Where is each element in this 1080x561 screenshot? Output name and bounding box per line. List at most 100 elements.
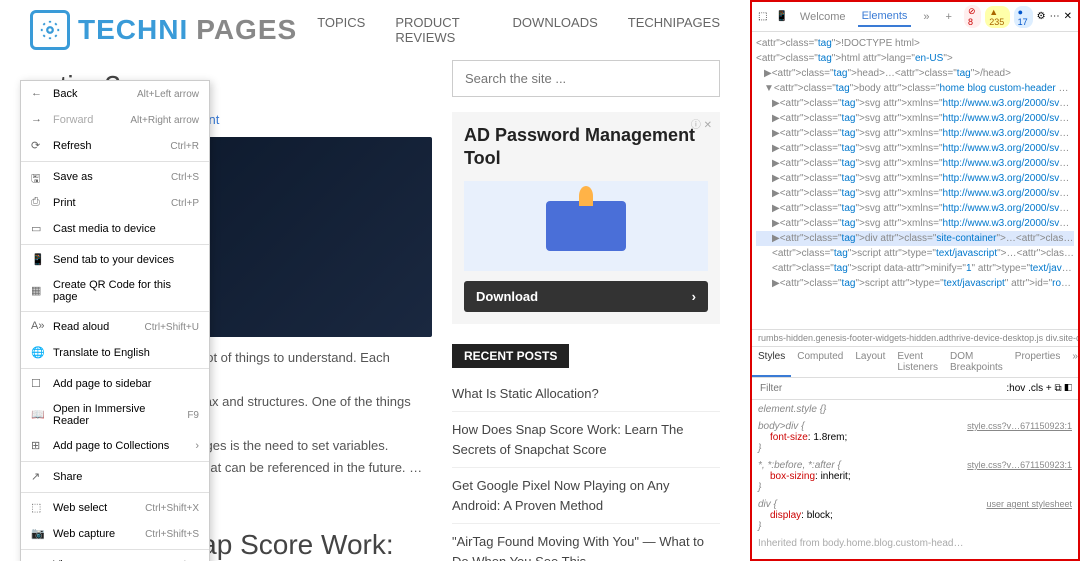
webpage-area: TECHNIPAGES TOPICS PRODUCT REVIEWS DOWNL… — [0, 0, 750, 561]
css-rule[interactable]: user agent stylesheetdiv {display: block… — [758, 499, 1072, 532]
element-node[interactable]: ▶<attr">class="tag">svg attr">xmlns="htt… — [756, 126, 1074, 141]
errors-badge[interactable]: ⊘ 8 — [964, 5, 981, 28]
filter-tools[interactable]: :hov .cls + ⧉ ◧ — [1006, 383, 1072, 394]
nav-technipages[interactable]: TECHNIPAGES — [628, 15, 720, 45]
issue-badges: ⊘ 8 ▲ 235 ● 17 ⚙ ⋯ ✕ — [964, 5, 1072, 28]
ctx-refresh[interactable]: ⟳RefreshCtrl+R — [21, 133, 209, 159]
element-node[interactable]: ▶<attr">class="tag">svg attr">xmlns="htt… — [756, 141, 1074, 156]
element-node[interactable]: ▶<attr">class="tag">svg attr">xmlns="htt… — [756, 111, 1074, 126]
inspect-icon[interactable]: ⬚ — [758, 11, 767, 22]
tab-welcome[interactable]: Welcome — [796, 8, 850, 26]
css-rule[interactable]: style.css?v…671150923:1*, *:before, *:af… — [758, 460, 1072, 493]
tab-computed[interactable]: Computed — [791, 347, 849, 377]
ctx-read-aloud[interactable]: A»Read aloudCtrl+Shift+U — [21, 314, 209, 340]
ctx-cast-media-to-device[interactable]: ▭Cast media to device — [21, 216, 209, 242]
cast-icon: ▭ — [31, 222, 45, 236]
tab-elements[interactable]: Elements — [858, 7, 912, 27]
chevron-right-icon: › — [195, 440, 199, 452]
recent-posts-list: What Is Static Allocation? How Does Snap… — [452, 376, 720, 561]
more-icon[interactable]: ⋯ — [1050, 11, 1060, 22]
site-header: TECHNIPAGES TOPICS PRODUCT REVIEWS DOWNL… — [0, 0, 750, 60]
breadcrumb[interactable]: rumbs-hidden.genesis-footer-widgets-hidd… — [752, 329, 1078, 346]
capture-icon: 📷 — [31, 527, 45, 541]
ctx-send-tab-to-your-devices[interactable]: 📱Send tab to your devices — [21, 247, 209, 273]
element-node[interactable]: <attr">class="tag">script data-attr">min… — [756, 261, 1074, 276]
ctx-share[interactable]: ↗Share — [21, 464, 209, 490]
chevron-right-icon: › — [692, 289, 696, 304]
element-node[interactable]: ▶<attr">class="tag">svg attr">xmlns="htt… — [756, 171, 1074, 186]
context-menu: ←BackAlt+Left arrow→ForwardAlt+Right arr… — [20, 80, 210, 561]
ctx-add-page-to-sidebar[interactable]: ☐Add page to sidebar — [21, 371, 209, 397]
tab-events[interactable]: Event Listeners — [891, 347, 944, 377]
warnings-badge[interactable]: ▲ 235 — [985, 6, 1009, 28]
sidebar-icon: ☐ — [31, 377, 45, 391]
element-node[interactable]: ▶<attr">class="tag">svg attr">xmlns="htt… — [756, 201, 1074, 216]
element-node[interactable]: ▶<attr">class="tag">div attr">class="sit… — [756, 231, 1074, 246]
element-node[interactable]: ▶<attr">class="tag">svg attr">xmlns="htt… — [756, 216, 1074, 231]
device-icon[interactable]: 📱 — [775, 11, 787, 22]
element-node[interactable]: ▶<attr">class="tag">svg attr">xmlns="htt… — [756, 96, 1074, 111]
ctx-print[interactable]: ⎙PrintCtrl+P — [21, 190, 209, 216]
ad-download-button[interactable]: Download › — [464, 281, 708, 312]
ctx-forward[interactable]: →ForwardAlt+Right arrow — [21, 107, 209, 133]
tab-more-styles[interactable]: » — [1066, 347, 1080, 377]
ctx-add-page-to-collections[interactable]: ⊞Add page to Collections› — [21, 433, 209, 459]
recent-posts-header: RECENT POSTS — [452, 344, 569, 368]
element-node[interactable]: ▶<attr">class="tag">svg attr">xmlns="htt… — [756, 186, 1074, 201]
tab-layout[interactable]: Layout — [849, 347, 891, 377]
ctx-open-in-immersive-reader[interactable]: 📖Open in Immersive ReaderF9 — [21, 397, 209, 433]
ad-info-icon[interactable]: ⓘ ✕ — [691, 116, 712, 131]
immersive-icon: 📖 — [31, 408, 45, 422]
save-icon: 🖫 — [31, 170, 45, 184]
sidebar-ad[interactable]: ⓘ ✕ AD Password Management Tool Download… — [452, 112, 720, 324]
ctx-back[interactable]: ←BackAlt+Left arrow — [21, 81, 209, 107]
list-item[interactable]: "AirTag Found Moving With You" — What to… — [452, 524, 720, 561]
list-item[interactable]: Get Google Pixel Now Playing on Any Andr… — [452, 468, 720, 524]
css-rule[interactable]: Inherited from body.home.blog.custom-hea… — [758, 538, 1072, 549]
ctx-view-page-source[interactable]: ○View page sourceCtrl+U — [21, 552, 209, 561]
styles-rules[interactable]: element.style {} style.css?v…671150923:1b… — [752, 400, 1078, 559]
element-node[interactable]: ▼<attr">class="tag">body attr">class="ho… — [756, 81, 1074, 96]
nav-topics[interactable]: TOPICS — [317, 15, 365, 45]
element-node[interactable]: <attr">class="tag">script attr">type="te… — [756, 246, 1074, 261]
ad-image — [464, 181, 708, 271]
tab-props[interactable]: Properties — [1009, 347, 1067, 377]
ctx-translate-to-english[interactable]: 🌐Translate to English — [21, 340, 209, 366]
logo-text-a: TECHNI — [78, 14, 188, 46]
css-rule[interactable]: style.css?v…671150923:1body>div {font-si… — [758, 421, 1072, 454]
nav-downloads[interactable]: DOWNLOADS — [513, 15, 598, 45]
styles-filter-input[interactable] — [758, 381, 1000, 396]
styles-tabs: Styles Computed Layout Event Listeners D… — [752, 346, 1078, 378]
ctx-create-qr-code-for-this-page[interactable]: ▦Create QR Code for this page — [21, 273, 209, 309]
nav-reviews[interactable]: PRODUCT REVIEWS — [395, 15, 482, 45]
collections-icon: ⊞ — [31, 439, 45, 453]
close-icon[interactable]: ✕ — [1064, 11, 1072, 22]
element-node[interactable]: <attr">class="tag">html attr">lang="en-U… — [756, 51, 1074, 66]
element-node[interactable]: ▶<attr">class="tag">head>…<attr">class="… — [756, 66, 1074, 81]
css-rule[interactable]: element.style {} — [758, 404, 1072, 415]
main-nav: TOPICS PRODUCT REVIEWS DOWNLOADS TECHNIP… — [317, 15, 720, 45]
search-input[interactable] — [452, 60, 720, 97]
ctx-save-as[interactable]: 🖫Save asCtrl+S — [21, 164, 209, 190]
send-icon: 📱 — [31, 253, 45, 267]
list-item[interactable]: What Is Static Allocation? — [452, 376, 720, 413]
info-badge[interactable]: ● 17 — [1014, 6, 1033, 28]
ctx-web-capture[interactable]: 📷Web captureCtrl+Shift+S — [21, 521, 209, 547]
qr-icon: ▦ — [31, 284, 45, 298]
element-node[interactable]: ▶<attr">class="tag">script attr">type="t… — [756, 276, 1074, 291]
elements-tree[interactable]: <attr">class="tag">!DOCTYPE html><attr">… — [752, 32, 1078, 329]
fwd-icon: → — [31, 113, 45, 127]
tab-dom[interactable]: DOM Breakpoints — [944, 347, 1009, 377]
tab-add[interactable]: + — [942, 8, 956, 26]
devtools-panel: ⬚ 📱 Welcome Elements » + ⊘ 8 ▲ 235 ● 17 … — [750, 0, 1080, 561]
list-item[interactable]: How Does Snap Score Work: Learn The Secr… — [452, 412, 720, 468]
site-logo[interactable]: TECHNIPAGES — [30, 10, 297, 50]
tab-more[interactable]: » — [919, 8, 933, 26]
gear-icon[interactable]: ⚙ — [1037, 11, 1046, 22]
tab-styles[interactable]: Styles — [752, 347, 791, 377]
ctx-web-select[interactable]: ⬚Web selectCtrl+Shift+X — [21, 495, 209, 521]
element-node[interactable]: ▶<attr">class="tag">svg attr">xmlns="htt… — [756, 156, 1074, 171]
styles-filter-row: :hov .cls + ⧉ ◧ — [752, 378, 1078, 400]
gear-icon — [30, 10, 70, 50]
element-node[interactable]: <attr">class="tag">!DOCTYPE html> — [756, 36, 1074, 51]
